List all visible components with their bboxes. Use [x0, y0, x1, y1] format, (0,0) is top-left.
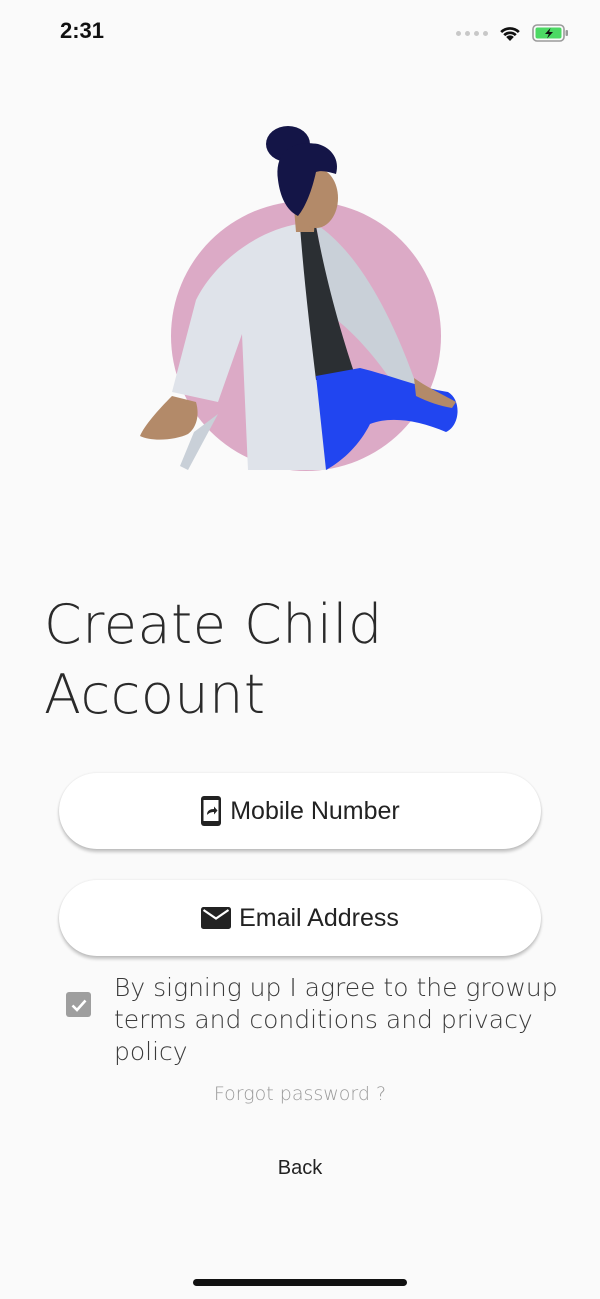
battery-charging-icon [532, 24, 568, 42]
status-icons [456, 22, 570, 44]
back-button[interactable]: Back [0, 1157, 600, 1180]
signal-dots-icon [456, 30, 488, 36]
terms-checkbox[interactable] [66, 992, 91, 1017]
wifi-icon [500, 27, 520, 41]
email-address-label: Email Address [239, 903, 399, 932]
mobile-number-label: Mobile Number [230, 796, 400, 825]
page-title: Create Child Account [44, 593, 383, 726]
mobile-phone-icon [200, 795, 222, 827]
mobile-number-button[interactable]: Mobile Number [59, 773, 541, 849]
home-indicator [193, 1279, 407, 1286]
email-envelope-icon [201, 906, 232, 930]
terms-text: By signing up I agree to the growup term… [114, 973, 558, 1066]
person-sitting-illustration [130, 120, 470, 480]
checkmark-icon [71, 999, 86, 1012]
status-bar: 2:31 [0, 0, 600, 64]
email-address-button[interactable]: Email Address [59, 880, 541, 956]
forgot-password-link[interactable]: Forgot password ? [0, 1083, 600, 1105]
status-time: 2:31 [60, 18, 105, 43]
